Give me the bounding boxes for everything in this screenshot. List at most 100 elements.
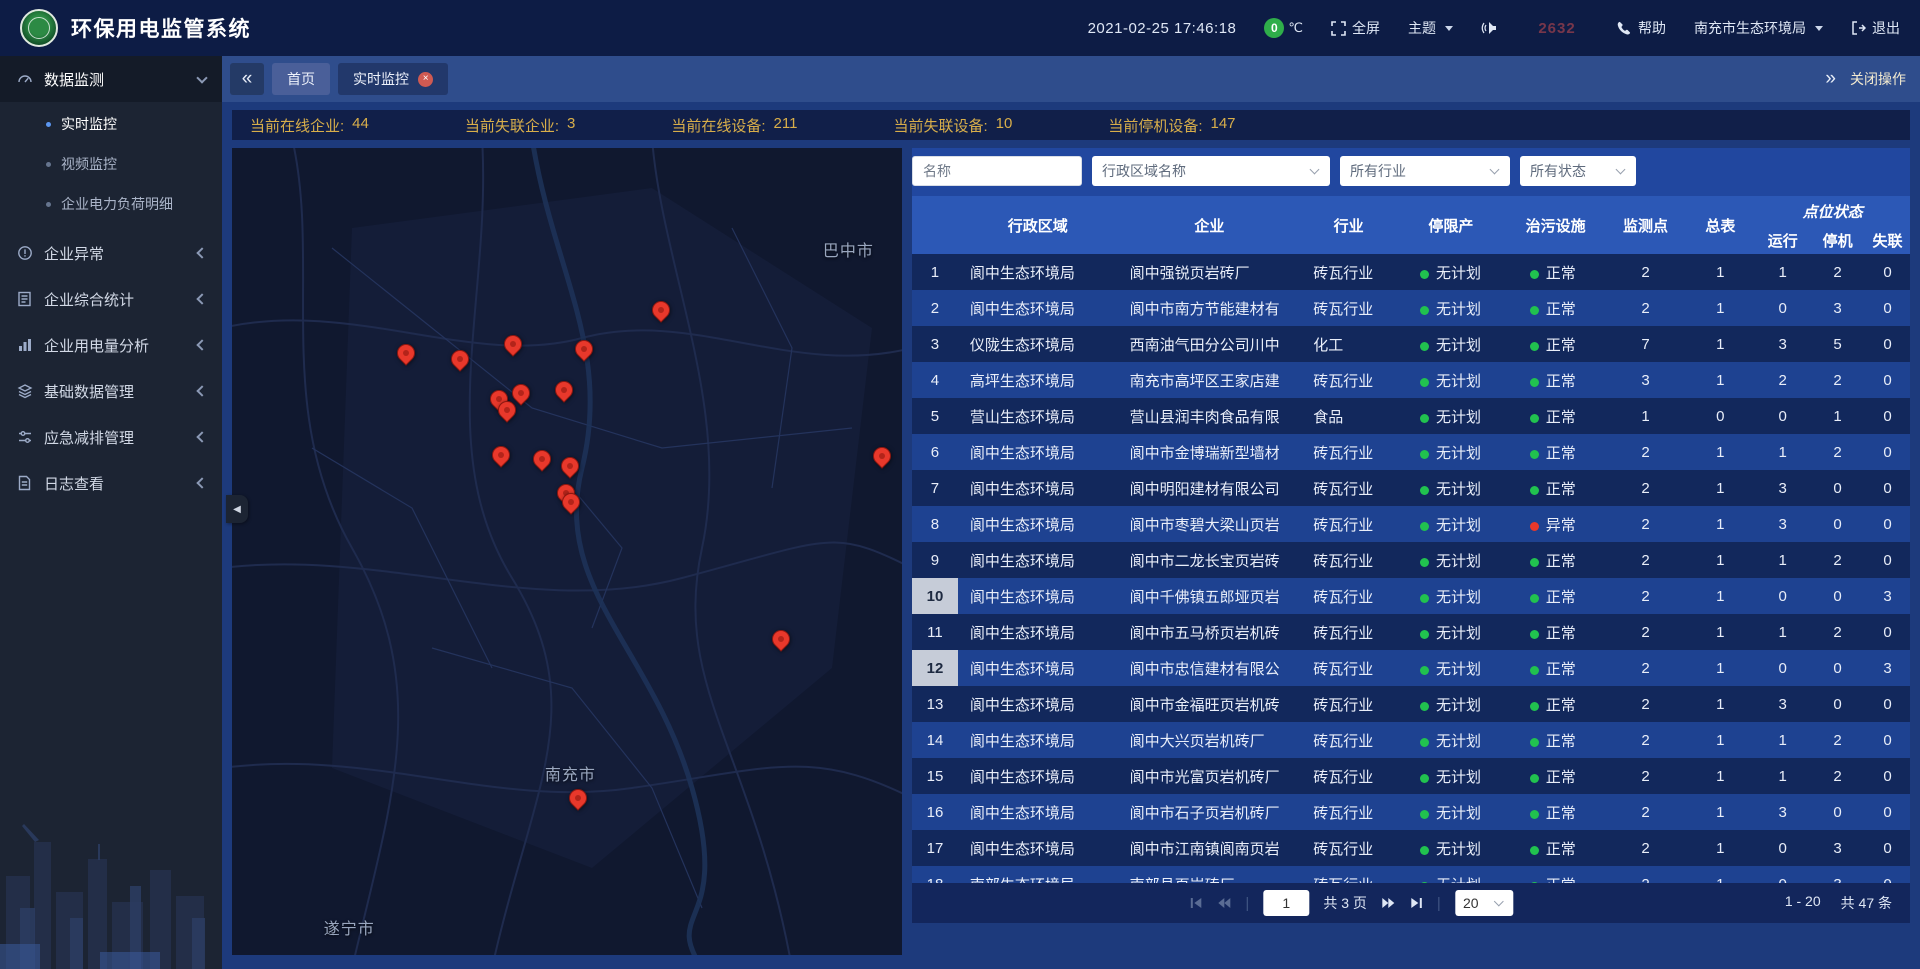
stat-value: 44 (352, 115, 369, 136)
table-row[interactable]: 13 阆中生态环境局 阆中市金福旺页岩机砖 砖瓦行业 无计划 正常 2 1 3 … (912, 686, 1910, 722)
gauge-icon (16, 71, 33, 87)
table-row[interactable]: 3 仪陇生态环境局 西南油气田分公司川中 化工 无计划 正常 7 1 3 5 0 (912, 326, 1910, 362)
announcement-button[interactable] (1481, 21, 1497, 35)
sidebar-collapse-handle[interactable]: ◀ (226, 495, 248, 523)
org-menu[interactable]: 南充市生态环境局 (1694, 18, 1823, 38)
cell-index: 17 (912, 830, 958, 866)
map-panel[interactable]: 巴中市南充市遂宁市 (232, 148, 902, 955)
table-row[interactable]: 6 阆中生态环境局 阆中市金博瑞新型墙材 砖瓦行业 无计划 正常 2 1 1 2… (912, 434, 1910, 470)
cell-running: 1 (1755, 542, 1810, 578)
top-header: 环保用电监管系统 2021-02-25 17:46:18 0 ℃ 全屏 主题 (0, 0, 1920, 56)
header-running: 运行 (1755, 226, 1810, 254)
cell-stopped: 0 (1810, 794, 1865, 830)
tabs-scroll-left-button[interactable]: « (230, 63, 264, 95)
status-dot (1420, 270, 1429, 279)
status-dot (1530, 342, 1539, 351)
cell-company: 西南油气田分公司川中 (1118, 326, 1302, 362)
fullscreen-button[interactable]: 全屏 (1331, 18, 1380, 38)
table-row[interactable]: 15 阆中生态环境局 阆中市光富页岩机砖厂 砖瓦行业 无计划 正常 2 1 1 … (912, 758, 1910, 794)
table-row[interactable]: 18 南部生态环境局 南部县页岩砖厂 砖瓦行业 无计划 正常 2 1 0 3 0 (912, 866, 1910, 883)
sidebar-item-label: 应急减排管理 (44, 427, 134, 448)
name-filter-input[interactable] (912, 156, 1082, 186)
cell-company: 南充市高坪区王家店建 (1118, 362, 1302, 398)
cell-region: 阆中生态环境局 (958, 506, 1118, 542)
page-number-input[interactable]: 1 (1263, 890, 1309, 916)
tab-realtime-monitor[interactable]: 实时监控 × (338, 63, 448, 95)
sidebar-subitem-power-load-detail[interactable]: 企业电力负荷明细 (0, 184, 222, 224)
table-row[interactable]: 10 阆中生态环境局 阆中千佛镇五郎垭页岩 砖瓦行业 无计划 正常 2 1 0 … (912, 578, 1910, 614)
cell-stopped: 0 (1810, 470, 1865, 506)
sidebar-item-power-analysis[interactable]: 企业用电量分析 (0, 322, 222, 368)
table-row[interactable]: 17 阆中生态环境局 阆中市江南镇阆南页岩 砖瓦行业 无计划 正常 2 1 0 … (912, 830, 1910, 866)
region-select[interactable]: 行政区域名称 (1092, 156, 1330, 186)
table-row[interactable]: 5 营山生态环境局 营山县润丰肉食品有限 食品 无计划 正常 1 0 0 1 0 (912, 398, 1910, 434)
table-row[interactable]: 7 阆中生态环境局 阆中明阳建材有限公司 砖瓦行业 无计划 正常 2 1 3 0… (912, 470, 1910, 506)
status-dot (1420, 810, 1429, 819)
cell-running: 3 (1755, 326, 1810, 362)
table-row[interactable]: 16 阆中生态环境局 阆中市石子页岩机砖厂 砖瓦行业 无计划 正常 2 1 3 … (912, 794, 1910, 830)
cell-monitor-points: 2 (1606, 686, 1686, 722)
sidebar-item-base-data[interactable]: 基础数据管理 (0, 368, 222, 414)
cell-facility-status: 正常 (1506, 758, 1606, 794)
table-row[interactable]: 4 高坪生态环境局 南充市高坪区王家店建 砖瓦行业 无计划 正常 3 1 2 2… (912, 362, 1910, 398)
table-row[interactable]: 14 阆中生态环境局 阆中大兴页岩机砖厂 砖瓦行业 无计划 正常 2 1 1 2… (912, 722, 1910, 758)
table-row[interactable]: 1 阆中生态环境局 阆中强锐页岩砖厂 砖瓦行业 无计划 正常 2 1 1 2 0 (912, 254, 1910, 290)
logout-button[interactable]: 退出 (1851, 18, 1900, 38)
cell-running: 0 (1755, 290, 1810, 326)
cell-monitor-points: 2 (1606, 794, 1686, 830)
filter-bar: 行政区域名称 所有行业 所有状态 (912, 148, 1910, 196)
tab-home[interactable]: 首页 (272, 63, 330, 95)
cell-lost: 0 (1865, 398, 1910, 434)
status-dot (1530, 594, 1539, 603)
log-file-icon (16, 475, 33, 491)
theme-menu[interactable]: 主题 (1408, 18, 1453, 38)
sidebar-item-emergency-reduction[interactable]: 应急减排管理 (0, 414, 222, 460)
cell-monitor-points: 1 (1606, 398, 1686, 434)
sidebar-item-enterprise-statistics[interactable]: 企业综合统计 (0, 276, 222, 322)
cell-index: 5 (912, 398, 958, 434)
close-operations-button[interactable]: 关闭操作 (1850, 69, 1906, 89)
cell-stopped: 2 (1810, 722, 1865, 758)
close-tab-icon[interactable]: × (418, 72, 433, 87)
industry-select[interactable]: 所有行业 (1340, 156, 1510, 186)
cell-facility-status: 正常 (1506, 362, 1606, 398)
cell-limit-status: 无计划 (1396, 722, 1506, 758)
sliders-icon (16, 429, 33, 445)
record-total-label: 共 47 条 (1841, 893, 1892, 913)
stat-label: 当前失联设备: (893, 115, 987, 136)
status-select[interactable]: 所有状态 (1520, 156, 1636, 186)
status-dot (1420, 666, 1429, 675)
map-city-label: 遂宁市 (324, 915, 375, 939)
table-row[interactable]: 9 阆中生态环境局 阆中市二龙长宝页岩砖 砖瓦行业 无计划 正常 2 1 1 2… (912, 542, 1910, 578)
header-industry: 行业 (1301, 196, 1396, 254)
cell-total-meters: 1 (1685, 326, 1755, 362)
sidebar-subitem-video-monitor[interactable]: 视频监控 (0, 144, 222, 184)
status-dot (1420, 738, 1429, 747)
last-page-button[interactable] (1409, 897, 1423, 909)
table-row[interactable]: 11 阆中生态环境局 阆中市五马桥页岩机砖 砖瓦行业 无计划 正常 2 1 1 … (912, 614, 1910, 650)
next-page-button[interactable] (1381, 897, 1395, 909)
cell-index: 3 (912, 326, 958, 362)
table-body: 1 阆中生态环境局 阆中强锐页岩砖厂 砖瓦行业 无计划 正常 2 1 1 2 0… (912, 254, 1910, 883)
notice-count-badge: 2632 (1525, 20, 1589, 37)
page-size-select[interactable]: 20 (1455, 890, 1513, 916)
help-button[interactable]: 帮助 (1617, 18, 1666, 38)
cell-lost: 0 (1865, 542, 1910, 578)
table-row[interactable]: 12 阆中生态环境局 阆中市忠信建材有限公 砖瓦行业 无计划 正常 2 1 0 … (912, 650, 1910, 686)
cell-industry: 砖瓦行业 (1301, 542, 1396, 578)
status-dot (1530, 414, 1539, 423)
bullet-icon (46, 122, 51, 127)
table-row[interactable]: 8 阆中生态环境局 阆中市枣碧大梁山页岩 砖瓦行业 无计划 异常 2 1 3 0… (912, 506, 1910, 542)
sidebar-item-log-view[interactable]: 日志查看 (0, 460, 222, 506)
stat-value: 3 (567, 115, 575, 136)
table-row[interactable]: 2 阆中生态环境局 阆中市南方节能建材有 砖瓦行业 无计划 正常 2 1 0 3… (912, 290, 1910, 326)
cell-lost: 0 (1865, 362, 1910, 398)
prev-page-button[interactable] (1217, 897, 1231, 909)
tabs-scroll-right-button[interactable]: » (1823, 63, 1838, 95)
sidebar-item-enterprise-abnormal[interactable]: 企业异常 (0, 230, 222, 276)
sidebar-item-data-monitoring[interactable]: 数据监测 (0, 56, 222, 102)
sidebar-subitem-realtime-monitor[interactable]: 实时监控 (0, 104, 222, 144)
cell-index: 16 (912, 794, 958, 830)
first-page-button[interactable] (1189, 897, 1203, 909)
status-dot (1420, 378, 1429, 387)
